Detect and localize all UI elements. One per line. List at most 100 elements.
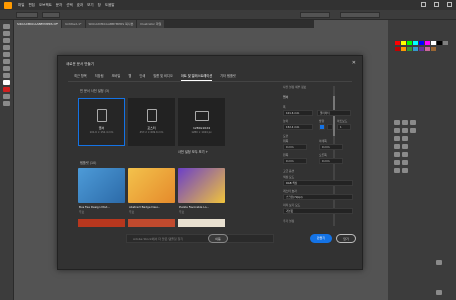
swatch[interactable] <box>394 46 400 51</box>
tab-art-illustration[interactable]: 아트 및 일러스트레이션 <box>180 73 213 81</box>
tab-web[interactable]: 웹 <box>128 73 131 81</box>
bleed-left-field[interactable]: 0 mm <box>283 158 307 164</box>
close-button[interactable]: 닫기 <box>336 234 356 243</box>
tab-other[interactable]: 기타 템플릿 <box>220 73 236 81</box>
swatch[interactable] <box>406 46 412 51</box>
template-thumbnail[interactable] <box>78 219 125 227</box>
menu-edit[interactable]: 편집 <box>28 3 34 8</box>
brush-tool-icon[interactable] <box>3 66 10 71</box>
pen-tool-icon[interactable] <box>3 38 10 43</box>
control-dropdown[interactable] <box>340 12 380 18</box>
panel-icon[interactable] <box>394 136 400 141</box>
landscape-icon[interactable] <box>327 124 333 130</box>
swatch[interactable] <box>430 40 436 45</box>
hand-tool-icon[interactable] <box>3 94 10 99</box>
menu-file[interactable]: 파일 <box>18 3 24 8</box>
artboards-field[interactable]: 1 <box>337 124 351 130</box>
menu-help[interactable]: 도움말 <box>105 3 115 8</box>
doc-tab[interactable]: SIKCAXMKCAABBYMPRS 복사본 <box>85 20 137 28</box>
control-dropdown[interactable] <box>16 12 38 18</box>
menu-effect[interactable]: 효과 <box>77 3 83 8</box>
bleed-right-field[interactable]: 0 mm <box>319 158 343 164</box>
control-dropdown[interactable] <box>300 12 330 18</box>
panel-icon[interactable] <box>402 136 408 141</box>
go-button[interactable]: 이동 <box>208 234 228 243</box>
raster-effects-dropdown[interactable]: 스크린(72ppi) <box>283 194 353 200</box>
panel-icon[interactable] <box>402 160 408 165</box>
swatch[interactable] <box>418 46 424 51</box>
swatch[interactable] <box>400 46 406 51</box>
width-field[interactable]: 101.6 mm <box>283 110 313 116</box>
close-icon[interactable]: ✕ <box>352 60 356 66</box>
menu-window[interactable]: 창 <box>98 3 101 8</box>
doc-tab[interactable]: Illustrator 파일 <box>137 20 165 28</box>
swatch[interactable] <box>400 40 406 45</box>
type-tool-icon[interactable] <box>3 45 10 50</box>
panel-icon[interactable] <box>402 168 408 173</box>
template-thumbnail[interactable] <box>128 168 175 203</box>
tab-saved[interactable]: 저장됨 <box>95 73 104 81</box>
bleed-top-field[interactable]: 0 mm <box>283 144 307 150</box>
menu-object[interactable]: 오브젝트 <box>39 3 52 8</box>
template-thumbnail[interactable] <box>78 168 125 203</box>
swatch[interactable] <box>394 40 400 45</box>
advanced-options-toggle[interactable]: 고급 옵션 <box>283 169 294 173</box>
color-mode-dropdown[interactable]: RGB 색상 <box>283 180 353 186</box>
panel-icon[interactable] <box>402 144 408 149</box>
rectangle-tool-icon[interactable] <box>3 59 10 64</box>
maximize-icon[interactable] <box>434 2 439 7</box>
panel-icon[interactable] <box>394 160 400 165</box>
tab-recent[interactable]: 최근 항목 <box>74 73 87 81</box>
portrait-icon[interactable] <box>319 124 325 130</box>
preset-card[interactable]: 엽서 101.6 × 152.4 mm <box>78 98 125 146</box>
create-button[interactable]: 만들기 <box>310 234 332 243</box>
tab-film-video[interactable]: 필름 및 비디오 <box>153 73 173 81</box>
panel-icon[interactable] <box>394 152 400 157</box>
panel-icon[interactable] <box>394 144 400 149</box>
stroke-swatch-icon[interactable] <box>3 87 10 92</box>
zoom-tool-icon[interactable] <box>3 101 10 106</box>
preset-card[interactable]: 포스터 457.2 × 609.6 mm <box>128 98 175 146</box>
preset-card[interactable]: 1280x1024 1280 × 1024 px <box>178 98 225 146</box>
swatch[interactable] <box>430 46 436 51</box>
units-dropdown[interactable]: 밀리미터 <box>317 110 351 116</box>
document-name[interactable]: 엽서 <box>283 95 288 99</box>
close-window-icon[interactable] <box>447 2 452 7</box>
swatch[interactable] <box>412 46 418 51</box>
selection-tool-icon[interactable] <box>3 24 10 29</box>
panel-icon[interactable] <box>394 120 400 125</box>
doc-tab[interactable]: Untitled-1* <box>62 20 85 28</box>
swatch[interactable] <box>418 40 424 45</box>
panel-icon[interactable] <box>410 120 416 125</box>
bleed-bottom-field[interactable]: 0 mm <box>319 144 343 150</box>
delete-icon[interactable] <box>436 260 442 265</box>
swatch[interactable] <box>412 40 418 45</box>
panel-icon[interactable] <box>410 128 416 133</box>
direct-selection-tool-icon[interactable] <box>3 31 10 36</box>
panel-icon[interactable] <box>402 152 408 157</box>
rotate-tool-icon[interactable] <box>3 73 10 78</box>
fill-swatch-icon[interactable] <box>3 80 10 85</box>
height-field[interactable]: 152.4 mm <box>283 124 313 130</box>
swatch[interactable] <box>442 40 448 45</box>
preview-mode-dropdown[interactable]: 기본값 <box>283 208 353 214</box>
line-tool-icon[interactable] <box>3 52 10 57</box>
menu-select[interactable]: 선택 <box>66 3 72 8</box>
swatch[interactable] <box>436 40 442 45</box>
more-settings-button[interactable]: 추가 설정 <box>283 219 294 223</box>
template-thumbnail[interactable] <box>178 168 225 203</box>
swatch[interactable] <box>424 40 430 45</box>
minimize-icon[interactable] <box>421 2 426 7</box>
panel-icon[interactable] <box>402 128 408 133</box>
template-thumbnail[interactable] <box>128 219 175 227</box>
view-all-presets-link[interactable]: 사전 설정 모두 보기 + <box>178 149 208 154</box>
tab-print[interactable]: 인쇄 <box>139 73 145 81</box>
layers-icon[interactable] <box>436 290 442 295</box>
panel-icon[interactable] <box>394 168 400 173</box>
stock-search-input[interactable]: Adobe Stock에서 더 많은 템플릿 찾기 <box>126 234 274 243</box>
tab-mobile[interactable]: 모바일 <box>112 73 121 81</box>
swatch[interactable] <box>406 40 412 45</box>
menu-view[interactable]: 보기 <box>87 3 93 8</box>
control-dropdown[interactable] <box>42 12 60 18</box>
panel-icon[interactable] <box>394 128 400 133</box>
